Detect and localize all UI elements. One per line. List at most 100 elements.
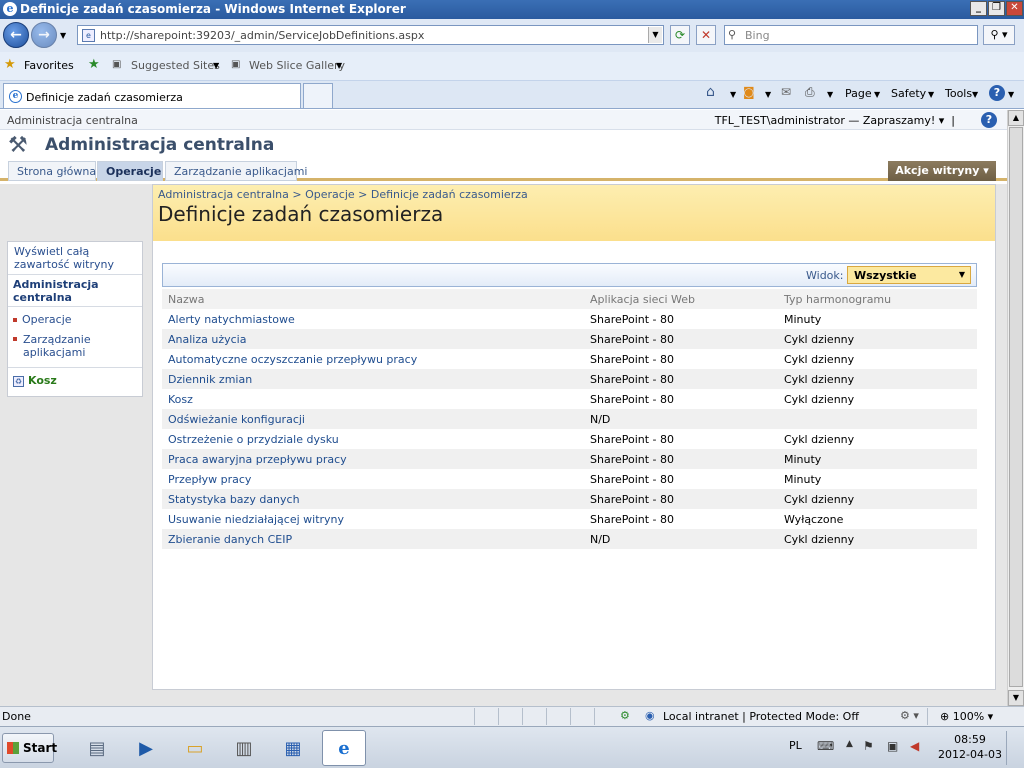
help-dropdown-icon[interactable]: ▼	[1008, 90, 1014, 99]
view-all-site-content-link[interactable]: Wyświetl całą zawartość witryny	[14, 245, 140, 271]
safety-menu[interactable]: Safety	[891, 87, 926, 100]
security-icon[interactable]: ⚙	[620, 709, 630, 722]
start-button[interactable]: Start	[2, 733, 57, 763]
print-dropdown-icon[interactable]: ▼	[827, 90, 833, 99]
web-slice-dropdown-icon[interactable]: ▼	[336, 61, 342, 70]
sp-help-icon[interactable]: ?	[981, 112, 997, 128]
suggested-sites-dropdown-icon[interactable]: ▼	[213, 61, 219, 70]
zoom-level[interactable]: ⊕ 100% ▾	[940, 710, 993, 723]
feeds-icon[interactable]: ◙	[743, 85, 755, 99]
forward-button[interactable]: →	[31, 22, 57, 48]
job-name-link[interactable]: Dziennik zmian	[168, 373, 252, 386]
admin-tools-taskbar-icon[interactable]: ▥	[222, 730, 266, 766]
window-title: Definicje zadań czasomierza - Windows In…	[20, 2, 406, 16]
vertical-scrollbar[interactable]: ▲ ▼	[1007, 110, 1024, 706]
view-select[interactable]: Wszystkie ▼	[847, 266, 971, 284]
mail-icon[interactable]: ✉	[781, 85, 791, 99]
scrollbar-thumb[interactable]	[1009, 127, 1023, 687]
web-app-cell: SharePoint - 80	[590, 373, 675, 386]
add-favorite-icon[interactable]: ★	[88, 57, 100, 72]
tools-dropdown-icon[interactable]: ▼	[972, 90, 978, 99]
maximize-button[interactable]: ❐	[988, 1, 1005, 16]
minimize-button[interactable]: _	[970, 1, 987, 16]
web-app-cell: SharePoint - 80	[590, 473, 675, 486]
left-nav-item-operations[interactable]: Operacje	[13, 313, 72, 326]
show-desktop-button[interactable]	[1006, 731, 1022, 765]
feeds-dropdown-icon[interactable]: ▼	[765, 90, 771, 99]
user-menu[interactable]: TFL_TEST\administrator — Zapraszamy! ▾ |	[715, 114, 955, 127]
column-header-schedule[interactable]: Typ harmonogramu	[784, 293, 891, 306]
protected-mode-icon[interactable]: ⚙ ▾	[900, 709, 919, 722]
job-name-link[interactable]: Praca awaryjna przepływu pracy	[168, 453, 347, 466]
table-row: Analiza użycia SharePoint - 80 Cykl dzie…	[162, 329, 977, 349]
job-name-link[interactable]: Zbieranie danych CEIP	[168, 533, 292, 546]
safety-dropdown-icon[interactable]: ▼	[928, 90, 934, 99]
page-menu[interactable]: Page	[845, 87, 872, 100]
refresh-button[interactable]: ⟳	[670, 25, 690, 45]
tab-home[interactable]: Strona główna	[8, 161, 96, 181]
clock-date: 2012-04-03	[938, 748, 1002, 761]
chevron-down-icon: ▼	[958, 270, 965, 279]
job-name-link[interactable]: Kosz	[168, 393, 193, 406]
left-nav-item-app-management[interactable]: Zarządzanie aplikacjami	[13, 333, 123, 359]
history-dropdown-icon[interactable]: ▼	[60, 31, 66, 40]
security-zone[interactable]: Local intranet | Protected Mode: Off	[663, 710, 859, 723]
close-window-button[interactable]: ✕	[1006, 1, 1023, 16]
tab-operations[interactable]: Operacje	[97, 161, 163, 181]
column-header-web-app[interactable]: Aplikacja sieci Web	[590, 293, 695, 306]
job-name-link[interactable]: Alerty natychmiastowe	[168, 313, 295, 326]
volume-muted-icon[interactable]: ◀	[910, 739, 919, 753]
server-manager-icon[interactable]: ▤	[75, 730, 119, 766]
tab-application-management[interactable]: Zarządzanie aplikacjami	[165, 161, 307, 181]
job-name-link[interactable]: Przepływ pracy	[168, 473, 251, 486]
breadcrumb[interactable]: Administracja centralna > Operacje > Def…	[158, 188, 528, 201]
search-button[interactable]: ⚲ ▾	[983, 25, 1015, 45]
scroll-down-icon[interactable]: ▼	[1008, 690, 1024, 706]
sharepoint-config-icon[interactable]: ▦	[271, 730, 315, 766]
quick-launch-header[interactable]: Administracja centralna	[13, 278, 139, 304]
show-hidden-icons-icon[interactable]: ▲	[846, 739, 853, 749]
site-actions-menu[interactable]: Akcje witryny ▾	[888, 161, 996, 181]
job-name-link[interactable]: Automatyczne oczyszczanie przepływu prac…	[168, 353, 417, 366]
browser-tab-active[interactable]: e Definicje zadań czasomierza	[3, 83, 301, 108]
address-dropdown-icon[interactable]: ▼	[648, 27, 662, 43]
back-button[interactable]: ←	[3, 22, 29, 48]
job-name-link[interactable]: Statystyka bazy danych	[168, 493, 300, 506]
address-bar[interactable]: e http://sharepoint:39203/_admin/Service…	[77, 25, 664, 45]
recycle-bin-link[interactable]: ♻ Kosz	[13, 374, 57, 387]
job-name-link[interactable]: Ostrzeżenie o przydziale dysku	[168, 433, 339, 446]
sp-site-link[interactable]: Administracja centralna	[7, 114, 138, 127]
language-indicator[interactable]: PL	[789, 739, 802, 752]
print-icon[interactable]: ⎙	[805, 85, 815, 100]
site-title[interactable]: Administracja centralna	[45, 135, 274, 155]
favorites-button[interactable]: Favorites	[24, 59, 74, 72]
globe-icon: ◉	[645, 709, 655, 722]
powershell-icon[interactable]: ▶	[124, 730, 168, 766]
page-dropdown-icon[interactable]: ▼	[874, 90, 880, 99]
suggested-sites-link[interactable]: Suggested Sites	[131, 59, 220, 72]
help-icon[interactable]: ?	[989, 85, 1005, 101]
web-slice-gallery-link[interactable]: Web Slice Gallery	[249, 59, 345, 72]
explorer-folder-icon[interactable]: ▭	[173, 730, 217, 766]
stop-button[interactable]: ✕	[696, 25, 716, 45]
view-label: Widok:	[806, 269, 844, 282]
network-icon[interactable]: ▣	[887, 739, 898, 753]
left-nav-label: Zarządzanie aplikacjami	[23, 333, 91, 359]
job-name-link[interactable]: Usuwanie niedziałającej witryny	[168, 513, 344, 526]
tools-menu[interactable]: Tools	[945, 87, 972, 100]
scroll-up-icon[interactable]: ▲	[1008, 110, 1024, 126]
web-slice-icon: ▣	[231, 59, 241, 70]
search-input[interactable]: ⚲ Bing	[724, 25, 978, 45]
job-name-link[interactable]: Analiza użycia	[168, 333, 246, 346]
job-name-link[interactable]: Odświeżanie konfiguracji	[168, 413, 305, 426]
column-header-name[interactable]: Nazwa	[168, 293, 204, 306]
home-dropdown-icon[interactable]: ▼	[730, 90, 736, 99]
divider	[8, 306, 142, 307]
action-center-flag-icon[interactable]: ⚑	[863, 739, 874, 753]
schedule-cell: Cykl dzienny	[784, 493, 855, 506]
internet-explorer-taskbar-icon[interactable]: e	[322, 730, 366, 766]
keyboard-icon[interactable]: ⌨	[817, 739, 834, 753]
new-tab-button[interactable]	[303, 83, 333, 108]
home-icon[interactable]: ⌂	[706, 84, 715, 100]
clock[interactable]: 08:59 2012-04-03	[938, 732, 1002, 762]
